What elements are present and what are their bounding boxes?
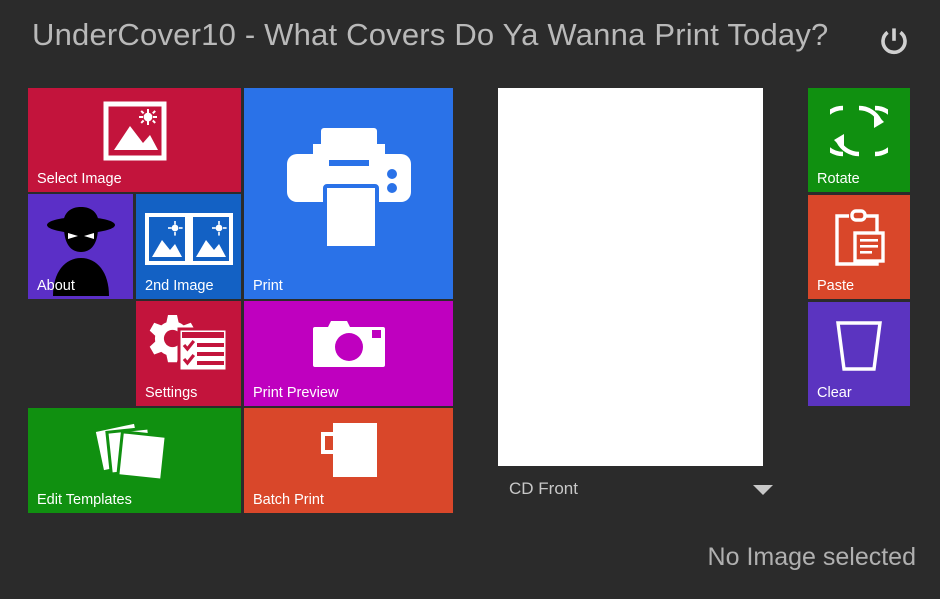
tile-label-paste: Paste [817,278,855,294]
tile-select-image[interactable]: Select Image [28,88,241,192]
gear-checklist-icon [136,309,241,377]
template-select[interactable]: CD Front [498,475,783,510]
stacked-cards-icon [28,414,241,486]
tile-label-settings: Settings [145,385,198,401]
two-pictures-icon [136,208,241,270]
camera-icon [244,309,453,377]
tile-clear[interactable]: Clear [808,302,910,406]
clipboard-icon [808,207,910,269]
tile-label-print-preview: Print Preview [253,385,339,401]
tile-rotate[interactable]: Rotate [808,88,910,192]
tile-label-rotate: Rotate [817,171,860,187]
tile-label-print: Print [253,278,283,294]
tile-label-select-image: Select Image [37,171,122,187]
tile-print[interactable]: Print [244,88,453,299]
rotate-icon [808,100,910,162]
tile-about[interactable]: About [28,194,133,299]
tile-label-about: About [37,278,75,294]
tile-label-batch-print: Batch Print [253,492,324,508]
tile-2nd-image[interactable]: 2nd Image [136,194,241,299]
printer-icon [244,118,453,258]
app-window: UnderCover10 - What Covers Do Ya Wanna P… [0,0,940,599]
title-bar: UnderCover10 - What Covers Do Ya Wanna P… [0,0,940,84]
tile-label-edit-templates: Edit Templates [37,492,132,508]
tile-batch-print[interactable]: Batch Print [244,408,453,513]
mug-icon [244,414,453,486]
template-select-value: CD Front [509,479,578,498]
tile-print-preview[interactable]: Print Preview [244,301,453,406]
tile-label-clear: Clear [817,385,852,401]
tile-paste[interactable]: Paste [808,195,910,299]
power-icon [881,28,907,55]
tile-label-2nd-image: 2nd Image [145,278,214,294]
status-message: No Image selected [707,543,916,571]
picture-icon [28,98,241,164]
image-preview-panel[interactable] [498,88,763,466]
trash-bucket-icon [808,316,910,376]
tile-edit-templates[interactable]: Edit Templates [28,408,241,513]
tile-settings[interactable]: Settings [136,301,241,406]
page-title: UnderCover10 - What Covers Do Ya Wanna P… [32,17,829,52]
chevron-down-icon [753,485,773,495]
power-button[interactable] [874,22,914,62]
